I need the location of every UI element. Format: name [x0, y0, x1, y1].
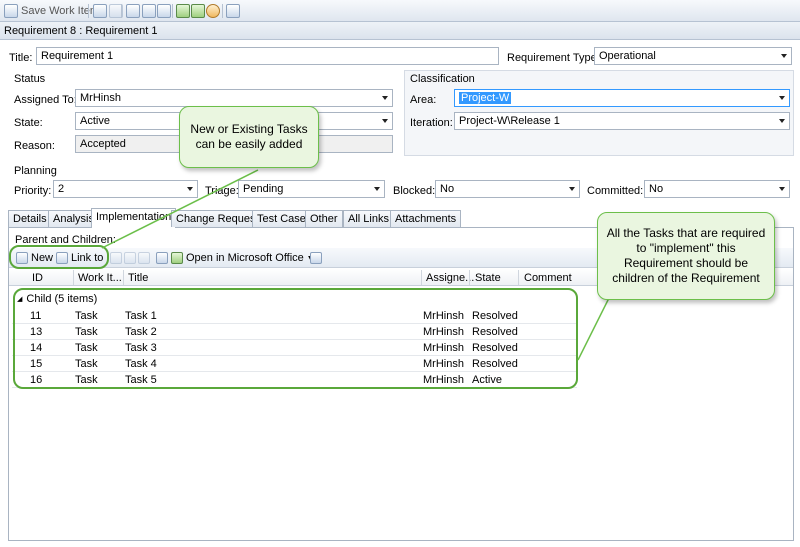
assigned-to-label: Assigned To: — [14, 94, 77, 106]
requirement-type-label: Requirement Type: — [507, 52, 600, 64]
open-in-office-button[interactable]: Open in Microsoft Office ▼ — [171, 250, 314, 266]
tab-all-links[interactable]: All Links — [343, 210, 394, 227]
new-link-highlight — [9, 245, 109, 269]
left-callout: New or Existing Tasks can be easily adde… — [179, 106, 319, 168]
delete-link-icon[interactable] — [138, 252, 150, 264]
priority-label: Priority: — [14, 185, 52, 197]
email-icon[interactable] — [206, 4, 220, 18]
right-callout: All the Tasks that are required to "impl… — [597, 212, 775, 300]
blocked-label: Blocked: — [393, 185, 436, 197]
planning-heading: Planning — [14, 165, 57, 177]
column-separator[interactable] — [518, 270, 519, 285]
link-icon[interactable] — [157, 4, 171, 18]
column-separator[interactable] — [123, 270, 124, 285]
requirement-type-select[interactable]: Operational — [594, 47, 792, 65]
open-item-icon[interactable] — [110, 252, 122, 264]
iteration-label: Iteration: — [410, 117, 453, 129]
column-state[interactable]: State — [475, 272, 501, 284]
committed-label: Committed: — [587, 185, 644, 197]
committed-select[interactable]: No — [644, 180, 790, 198]
work-item-title-bar: Requirement 8 : Requirement 1 — [0, 22, 800, 40]
office-icon — [171, 252, 183, 264]
title-label: Title: — [9, 52, 33, 64]
copy-icon[interactable] — [126, 4, 140, 18]
tab-other[interactable]: Other — [305, 210, 343, 227]
column-comment[interactable]: Comment — [524, 272, 572, 284]
column-id[interactable]: ID — [32, 272, 43, 284]
work-item-toolbar: Save Work Item — [0, 0, 800, 22]
find-icon[interactable] — [226, 4, 240, 18]
tab-attachments[interactable]: Attachments — [390, 210, 462, 227]
toolbar-separator — [222, 4, 223, 18]
column-separator[interactable] — [421, 270, 422, 285]
blocked-select[interactable]: No — [435, 180, 580, 198]
assigned-to-select[interactable]: MrHinsh — [75, 89, 393, 107]
edit-link-icon[interactable] — [124, 252, 136, 264]
excel-icon[interactable] — [176, 4, 190, 18]
classification-heading: Classification — [410, 73, 475, 85]
reason-label: Reason: — [14, 140, 55, 152]
column-assigned-to[interactable]: Assigne... — [426, 272, 474, 284]
children-highlight — [13, 288, 578, 389]
query-icon[interactable] — [156, 252, 168, 264]
project-icon[interactable] — [191, 4, 205, 18]
toolbar-separator — [88, 4, 89, 18]
area-label: Area: — [410, 94, 437, 106]
state-label: State: — [14, 117, 43, 129]
triage-label: Triage: — [205, 185, 239, 197]
iteration-select[interactable]: Project-W\Release 1 — [454, 112, 790, 130]
column-separator[interactable] — [469, 270, 470, 285]
refresh-icon[interactable] — [93, 4, 107, 18]
toolbar-separator — [172, 4, 173, 18]
column-separator[interactable] — [73, 270, 74, 285]
title-input[interactable]: Requirement 1 — [36, 47, 499, 65]
save-work-item-button[interactable]: Save Work Item — [4, 3, 99, 19]
save-icon — [4, 4, 18, 18]
area-select[interactable]: Project-W — [454, 89, 790, 107]
tab-implementation[interactable]: Implementation — [91, 208, 177, 228]
triage-select[interactable]: Pending — [238, 180, 385, 198]
column-work-item-type[interactable]: Work It... — [78, 272, 122, 284]
toolbar-separator — [121, 4, 122, 18]
area-selected-text: Project-W — [459, 92, 512, 104]
new-linked-icon[interactable] — [142, 4, 156, 18]
visualize-icon[interactable] — [310, 252, 322, 264]
tab-details[interactable]: Details — [8, 210, 52, 227]
priority-select[interactable]: 2 — [53, 180, 198, 198]
column-title[interactable]: Title — [128, 272, 148, 284]
status-heading: Status — [14, 73, 46, 85]
